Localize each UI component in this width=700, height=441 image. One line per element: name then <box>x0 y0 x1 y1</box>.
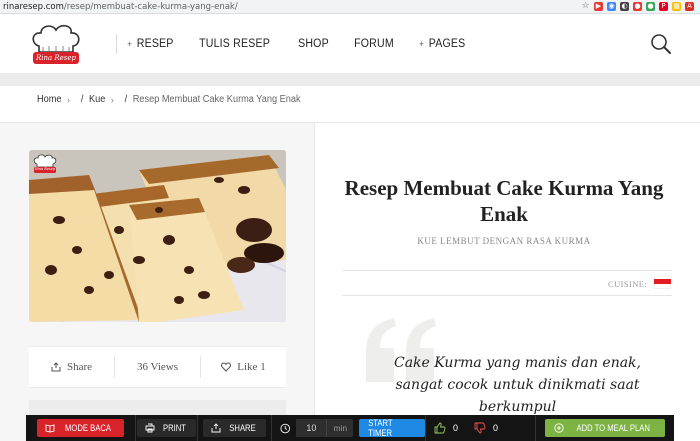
extension-bar: ☆ ▶ ◉ ◐ ● ● P ▦ A <box>581 2 700 11</box>
breadcrumb-sep: / <box>124 94 128 105</box>
divider <box>342 270 672 271</box>
grid-ext-icon[interactable]: ▦ <box>672 2 681 11</box>
recipe-stats: Share 36 Views Like 1 <box>29 346 286 388</box>
recipe-subtitle: KUE LEMBUT DENGAN RASA KURMA <box>417 236 591 246</box>
like-label: Like 1 <box>237 361 266 373</box>
views-count: 36 Views <box>137 361 178 373</box>
pdf-icon[interactable]: A <box>685 2 694 11</box>
share-icon <box>211 423 221 433</box>
recipe-photo: Rina Resep <box>29 150 286 322</box>
share-button[interactable]: SHARE <box>202 419 266 437</box>
search-icon[interactable] <box>650 33 672 55</box>
nav-item-forum[interactable]: FORUM <box>344 33 404 55</box>
like-stat[interactable]: Like 1 <box>200 356 286 378</box>
photo-badge-text: Rina Resep <box>34 167 56 171</box>
mode-baca-label: MODE BACA <box>65 423 112 433</box>
breadcrumb-kue[interactable]: Kue <box>89 94 105 105</box>
share-label: SHARE <box>229 423 256 433</box>
dislike-count: 0 <box>493 423 499 433</box>
divider <box>342 295 672 296</box>
clock-icon <box>280 423 291 433</box>
red-circle-icon[interactable]: ● <box>633 2 642 11</box>
timer-minutes-input[interactable] <box>296 419 327 437</box>
recipe-quote: Cake Kurma yang manis dan enak, sangat c… <box>393 355 641 415</box>
nav-label: TULIS RESEP <box>199 38 271 50</box>
chevron-right-icon: › <box>110 94 114 105</box>
url-path: /resep/membuat-cake-kurma-yang-enak/ <box>63 1 238 12</box>
chevron-right-icon: › <box>67 94 70 105</box>
bookmark-star-icon[interactable]: ☆ <box>581 2 590 11</box>
print-label: PRINT <box>163 423 186 433</box>
breadcrumb: Home › / Kue › / Resep Membuat Cake Kurm… <box>37 94 301 105</box>
dark-ext-icon[interactable]: ◐ <box>620 2 629 11</box>
site-logo[interactable]: Rina Resep <box>29 22 83 68</box>
thumbs-up-icon <box>434 422 446 434</box>
like-count: 0 <box>453 423 459 433</box>
timer-field: min <box>296 419 354 437</box>
site-header: Rina Resep + RESEP TULIS RESEP SHOP FORUM… <box>0 15 700 73</box>
start-timer-button[interactable]: START TIMER <box>359 418 425 438</box>
nav-item-pages[interactable]: + PAGES <box>409 33 475 55</box>
share-label: Share <box>66 361 93 373</box>
nav-label: PAGES <box>428 38 466 50</box>
print-button[interactable]: PRINT <box>137 419 196 437</box>
add-meal-plan-label: ADD TO MEAL PLAN <box>576 423 650 433</box>
plus-icon: + <box>127 39 133 49</box>
heart-icon <box>221 362 232 372</box>
main-nav: + RESEP TULIS RESEP SHOP FORUM + PAGES <box>116 15 481 73</box>
nav-label: RESEP <box>136 38 174 50</box>
logo-text: Rina Resep <box>35 54 77 62</box>
url-host: rinaresep.com <box>3 1 64 12</box>
book-icon <box>46 424 55 433</box>
breadcrumb-sep: / <box>80 94 84 105</box>
header-divider <box>0 73 700 86</box>
youtube-icon[interactable]: ▶ <box>594 2 603 11</box>
timer-unit: min <box>326 419 353 437</box>
indonesia-flag-icon <box>654 279 671 289</box>
dislike-vote[interactable]: 0 <box>466 422 506 434</box>
share-icon <box>51 362 61 372</box>
plus-circle-icon <box>554 423 564 433</box>
printer-icon <box>145 423 155 433</box>
plus-icon: + <box>419 39 425 49</box>
browser-toolbar: rinaresep.com/resep/membuat-cake-kurma-y… <box>0 0 700 14</box>
share-stat[interactable]: Share <box>29 356 114 378</box>
like-vote[interactable]: 0 <box>426 422 466 434</box>
chrome-ext-icon[interactable]: ◉ <box>607 2 616 11</box>
thumbs-down-icon <box>474 422 486 434</box>
breadcrumb-home[interactable]: Home <box>37 94 62 105</box>
nav-item-shop[interactable]: SHOP <box>288 33 339 55</box>
nav-label: SHOP <box>298 38 330 50</box>
mode-baca-button[interactable]: MODE BACA <box>37 419 124 437</box>
pinterest-icon[interactable]: P <box>659 2 668 11</box>
cuisine-label: CUISINE: <box>608 279 648 289</box>
nav-label: FORUM <box>353 38 394 50</box>
add-meal-plan-button[interactable]: ADD TO MEAL PLAN <box>545 419 665 437</box>
start-timer-label: START TIMER <box>368 418 393 438</box>
breadcrumb-current: Resep Membuat Cake Kurma Yang Enak <box>132 94 301 105</box>
recipe-title: Resep Membuat Cake Kurma Yang Enak <box>344 176 664 226</box>
green-ext-icon[interactable]: ● <box>646 2 655 11</box>
views-stat: 36 Views <box>114 356 200 378</box>
nav-item-resep[interactable]: + RESEP <box>117 33 184 55</box>
address-bar[interactable]: rinaresep.com/resep/membuat-cake-kurma-y… <box>0 2 581 12</box>
recipe-toolbar: MODE BACA PRINT SHARE min START TIMER 0 <box>26 415 674 441</box>
column-divider <box>314 123 315 441</box>
nav-item-tulis-resep[interactable]: TULIS RESEP <box>189 33 280 55</box>
